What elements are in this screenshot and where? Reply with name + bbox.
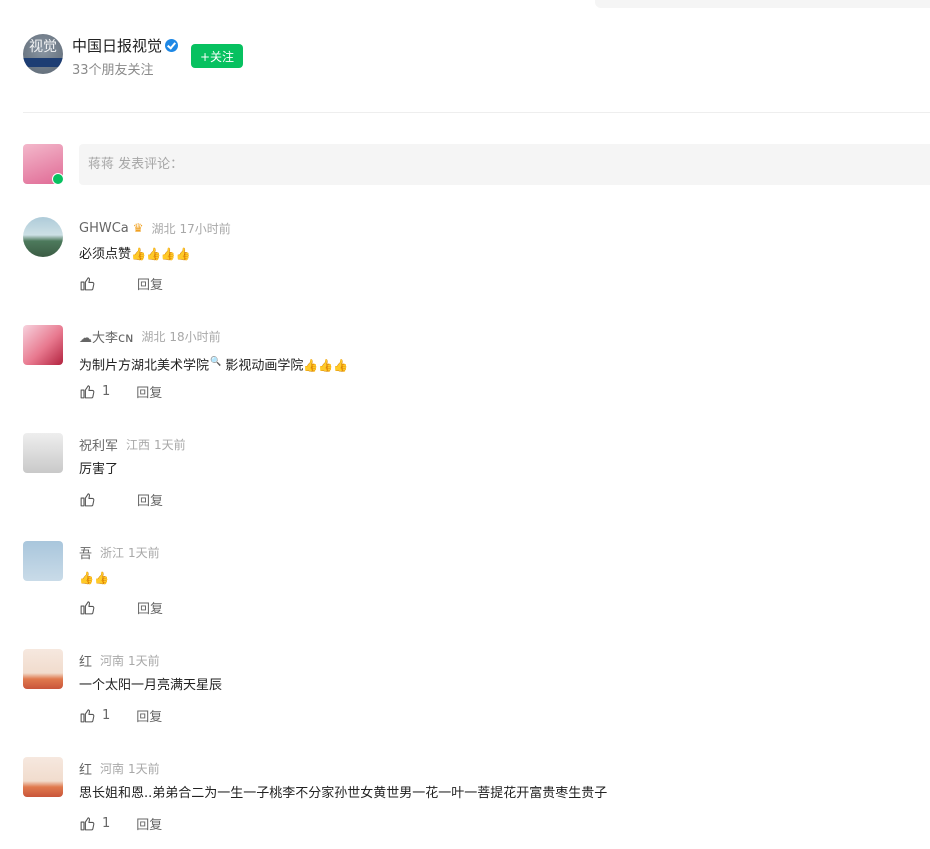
top-search-bar-edge[interactable] — [595, 0, 930, 8]
user-avatar[interactable] — [23, 217, 63, 257]
like-icon — [80, 600, 95, 614]
comment-meta: 祝利军 江西 1天前 — [79, 435, 186, 454]
account-header: 视觉 中国日报视觉 33个朋友关注 — [23, 34, 179, 78]
comment-username[interactable]: 红 — [79, 651, 92, 670]
follow-button[interactable]: +关注 — [191, 44, 243, 68]
comment-location: 江西 — [126, 437, 151, 452]
like-icon — [80, 816, 95, 830]
followers-count: 33个朋友关注 — [72, 63, 154, 78]
comment-location: 河南 — [100, 761, 125, 776]
comment-text: 思长姐和恩..弟弟合二为一生一子桃李不分家孙世女黄世男一花一叶一菩提花开富贵枣生… — [79, 785, 607, 803]
comment-item: 祝利军 江西 1天前 厉害了 回复 — [23, 433, 903, 523]
user-avatar[interactable] — [23, 757, 63, 797]
account-logo-band — [23, 58, 63, 67]
comment-meta: 吾 浙江 1天前 — [79, 543, 160, 562]
thumbs-up-emoji-icon: 👍👍 — [79, 571, 109, 585]
comment-actions: 回复 — [79, 489, 163, 509]
comment-text-body: 必须点赞 — [79, 247, 132, 262]
comment-actions: 1 回复 — [79, 705, 162, 725]
comment-item: 红 河南 1天前 一个太阳一月亮满天星辰 1 回复 — [23, 649, 903, 739]
reply-button[interactable]: 回复 — [136, 382, 162, 401]
comment-text-body: 厉害了 — [79, 462, 119, 477]
comment-username[interactable]: 祝利军 — [79, 435, 118, 454]
reply-button[interactable]: 回复 — [137, 490, 163, 509]
comment-actions: 回复 — [79, 597, 163, 617]
comment-meta: ☁大李ᴄɴ 湖北 18小时前 — [79, 327, 221, 346]
comment-item: GHWCa ♛ 湖北 17小时前 必须点赞👍👍👍👍 回复 — [23, 217, 903, 307]
like-button[interactable] — [79, 599, 110, 616]
thumbs-up-emoji-icon: 👍👍👍👍 — [131, 247, 191, 261]
comment-time: 18小时前 — [169, 329, 221, 344]
like-icon — [80, 384, 95, 398]
comment-username[interactable]: 吾 — [79, 543, 92, 562]
comment-item: 吾 浙江 1天前 👍👍 回复 — [23, 541, 903, 631]
account-info: 中国日报视觉 33个朋友关注 — [72, 34, 179, 78]
comment-location: 浙江 — [100, 545, 125, 560]
comment-input[interactable] — [79, 144, 930, 185]
comment-actions: 1 回复 — [79, 813, 162, 833]
reply-button[interactable]: 回复 — [136, 814, 162, 833]
comment-time: 1天前 — [154, 437, 186, 452]
comment-text: 为制片方湖北美术学院🔍 影视动画学院👍👍👍 — [79, 353, 348, 375]
comment-username[interactable]: ☁大李ᴄɴ — [79, 327, 133, 346]
comment-location: 湖北 — [141, 329, 166, 344]
like-icon — [80, 492, 95, 506]
reply-button[interactable]: 回复 — [137, 274, 163, 293]
like-button[interactable] — [79, 275, 110, 292]
like-count: 1 — [102, 815, 111, 831]
comment-text: 厉害了 — [79, 461, 118, 479]
comment-username[interactable]: GHWCa — [79, 221, 129, 236]
page: 视觉 中国日报视觉 33个朋友关注 +关注 GHWCa ♛ 湖北 17小时前 必… — [0, 0, 930, 849]
like-button[interactable]: 1 — [79, 383, 110, 400]
like-button[interactable] — [79, 491, 110, 508]
like-icon — [80, 708, 95, 722]
comment-location: 湖北 — [151, 221, 176, 236]
online-badge-icon — [52, 173, 64, 185]
comment-text: 一个太阳一月亮满天星辰 — [79, 677, 222, 695]
reply-button[interactable]: 回复 — [137, 598, 163, 617]
user-avatar[interactable] — [23, 541, 63, 581]
user-avatar[interactable] — [23, 325, 63, 365]
comment-time: 17小时前 — [179, 221, 231, 236]
user-avatar[interactable] — [23, 433, 63, 473]
comment-location: 河南 — [100, 653, 125, 668]
like-count: 1 — [102, 707, 111, 723]
thumbs-up-emoji-icon: 👍👍👍 — [303, 358, 349, 373]
comment-text-body: 思长姐和恩..弟弟合二为一生一子桃李不分家孙世女黄世男一花一叶一菩提花开富贵枣生… — [79, 786, 608, 801]
like-button[interactable]: 1 — [79, 707, 110, 724]
verified-icon — [165, 38, 179, 52]
like-count: 1 — [102, 383, 111, 399]
comment-text-body: 影视动画学院 — [221, 358, 304, 374]
account-name-row: 中国日报视觉 — [72, 34, 179, 56]
like-icon — [80, 276, 95, 290]
user-avatar[interactable] — [23, 649, 63, 689]
reply-button[interactable]: 回复 — [136, 706, 162, 725]
comment-meta: 红 河南 1天前 — [79, 759, 160, 778]
my-avatar — [23, 144, 64, 185]
comment-time: 1天前 — [128, 653, 160, 668]
comment-text-body: 一个太阳一月亮满天星辰 — [79, 678, 223, 693]
search-link-icon[interactable]: 🔍 — [210, 357, 221, 367]
comment-time: 1天前 — [128, 761, 160, 776]
account-name[interactable]: 中国日报视觉 — [72, 35, 162, 56]
comment-meta: 红 河南 1天前 — [79, 651, 160, 670]
comment-text: 必须点赞👍👍👍👍 — [79, 245, 191, 264]
comment-time: 1天前 — [128, 545, 160, 560]
comment-actions: 回复 — [79, 273, 163, 293]
account-logo-text: 视觉 — [29, 39, 57, 55]
comment-item: ☁大李ᴄɴ 湖北 18小时前 为制片方湖北美术学院🔍 影视动画学院👍👍👍 1 回… — [23, 325, 903, 415]
comment-item: 红 河南 1天前 思长姐和恩..弟弟合二为一生一子桃李不分家孙世女黄世男一花一叶… — [23, 757, 903, 847]
account-avatar[interactable]: 视觉 — [23, 34, 63, 74]
comment-actions: 1 回复 — [79, 381, 162, 401]
member-badge-icon: ♛ — [132, 221, 144, 235]
comment-username[interactable]: 红 — [79, 759, 92, 778]
comment-text: 👍👍 — [79, 569, 109, 588]
divider — [23, 112, 930, 113]
comment-meta: GHWCa ♛ 湖北 17小时前 — [79, 219, 231, 237]
comment-text-body: 为制片方湖北美术学院 — [79, 358, 210, 374]
like-button[interactable]: 1 — [79, 815, 110, 832]
